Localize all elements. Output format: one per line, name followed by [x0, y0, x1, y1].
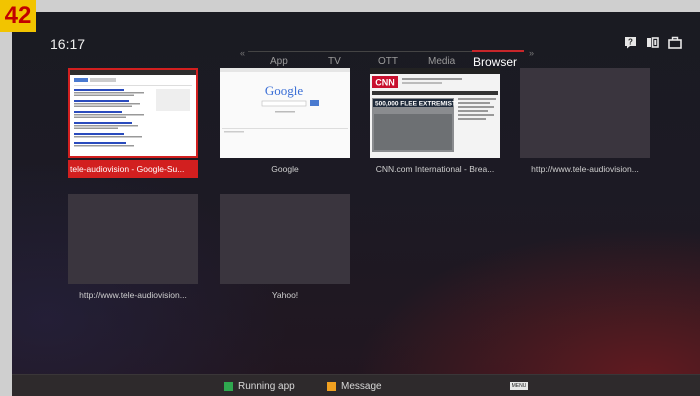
thumbnail-cnn-homepage: CNN 500,000 FLEE EXTREMISTS	[370, 68, 500, 158]
menu-key-icon: MENU	[510, 382, 528, 390]
thumbnail-google-search-results	[68, 68, 198, 158]
tile-label: http://www.tele-audiovision...	[531, 164, 639, 174]
tab-media[interactable]: Media	[428, 56, 455, 67]
cnn-logo: CNN	[375, 78, 395, 88]
chevron-left-icon[interactable]: «	[240, 48, 245, 58]
tile-label: http://www.tele-audiovision...	[79, 290, 187, 300]
page-frame: 42 16:17 « » App TV OTT Media Browser ?	[0, 0, 700, 396]
legend-running-app: Running app	[224, 381, 295, 392]
tile-label: CNN.com International - Brea...	[375, 164, 495, 174]
tab-tv[interactable]: TV	[328, 56, 341, 67]
tab-app[interactable]: App	[270, 56, 288, 67]
thumbnail-blank	[520, 68, 650, 158]
cnn-headline: 500,000 FLEE EXTREMISTS	[375, 101, 461, 108]
yellow-key-icon	[327, 382, 336, 391]
google-logo: Google	[265, 83, 304, 98]
input-source-icon[interactable]	[646, 36, 659, 54]
tile-label: Yahoo!	[271, 290, 299, 300]
bottom-legend-bar: Running app Message MENU	[12, 374, 700, 396]
clock: 16:17	[50, 36, 86, 52]
tile-label: tele-audiovision - Google-Su...	[68, 160, 198, 178]
green-key-icon	[224, 382, 233, 391]
legend-label: Running app	[238, 381, 295, 392]
tile-label: Google	[271, 164, 299, 174]
briefcase-icon[interactable]	[668, 36, 682, 54]
tab-browser[interactable]: Browser	[473, 55, 517, 69]
tv-screen: 16:17 « » App TV OTT Media Browser ? tel…	[12, 12, 700, 396]
active-tab-indicator	[472, 50, 524, 52]
thumbnail-blank	[220, 194, 350, 284]
legend-message: Message	[327, 381, 382, 392]
tab-ott[interactable]: OTT	[378, 56, 398, 67]
legend-label: Message	[341, 381, 382, 392]
help-icon[interactable]: ?	[624, 36, 637, 54]
thumbnail-google-homepage: Google	[220, 68, 350, 158]
chevron-right-icon[interactable]: »	[529, 48, 534, 58]
thumbnail-blank	[68, 194, 198, 284]
page-number-badge: 42	[0, 0, 36, 32]
help-icon-glyph: ?	[628, 38, 633, 47]
